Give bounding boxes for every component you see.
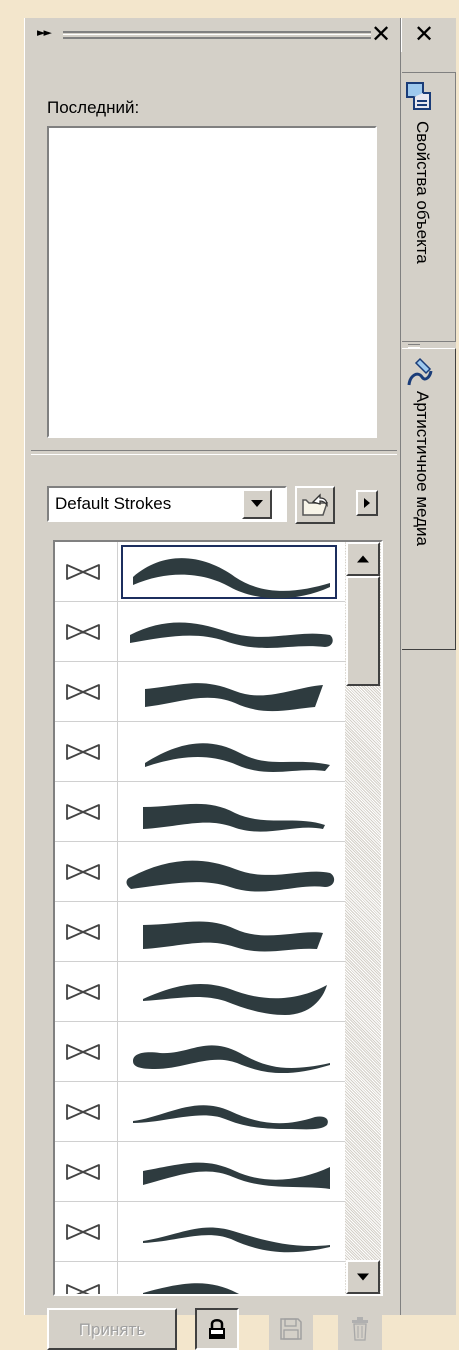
tab-artistic-media-label: Артистичное медиа — [413, 391, 432, 547]
dropdown-arrow-button[interactable] — [242, 489, 272, 519]
tab-object-properties[interactable]: Свойства объекта — [402, 72, 456, 342]
stroke-preview — [130, 622, 333, 649]
bowtie-icon — [66, 924, 100, 940]
bowtie-icon — [66, 624, 100, 640]
close-icon[interactable]: ✕ — [371, 22, 391, 46]
row-divider — [117, 602, 118, 662]
bowtie-icon — [66, 684, 100, 700]
flyout-arrow-icon — [364, 498, 370, 508]
stroke-list[interactable] — [53, 540, 383, 1296]
open-library-button[interactable] — [295, 486, 335, 524]
row-divider — [117, 962, 118, 1022]
bowtie-icon — [66, 744, 100, 760]
row-divider — [117, 902, 118, 962]
titlebar-separator — [400, 18, 402, 52]
scroll-thumb[interactable] — [346, 576, 380, 686]
arrow-up-icon — [357, 555, 369, 563]
stroke-preview — [126, 860, 335, 892]
artistic-media-icon — [404, 355, 436, 394]
stroke-row[interactable] — [55, 782, 345, 842]
object-properties-icon — [404, 79, 436, 120]
row-divider — [117, 1022, 118, 1082]
row-divider — [117, 1142, 118, 1202]
stroke-preview — [145, 683, 323, 712]
open-folder-icon — [302, 493, 329, 516]
stroke-preview — [133, 1105, 328, 1130]
stroke-list-scrollbar[interactable] — [345, 542, 381, 1294]
bowtie-icon — [66, 804, 100, 820]
stroke-row[interactable] — [55, 1022, 345, 1082]
lock-icon — [209, 1319, 225, 1339]
stroke-preview — [133, 1045, 330, 1074]
docker-tabs: Свойства объекта Артистичное медиа — [402, 52, 456, 1315]
docker-panel: Последний: Default Strokes Принять — [25, 52, 401, 1350]
row-divider — [117, 842, 118, 902]
chevron-down-icon — [251, 500, 263, 507]
arrow-down-icon — [357, 1273, 369, 1281]
stroke-preview — [143, 1162, 330, 1189]
trash-icon — [352, 1317, 368, 1341]
stroke-row[interactable] — [55, 1142, 345, 1202]
bowtie-icon — [66, 1044, 100, 1060]
stroke-row[interactable] — [55, 1262, 345, 1294]
stroke-preview — [145, 743, 330, 773]
stroke-preview — [143, 984, 327, 1015]
scroll-down-button[interactable] — [346, 1260, 380, 1294]
row-divider — [117, 722, 118, 782]
save-stroke-button[interactable] — [269, 1308, 313, 1350]
docker-titlebar[interactable]: ►► ✕ ✕ — [25, 18, 456, 52]
drag-grip[interactable] — [63, 31, 371, 39]
stroke-library-value: Default Strokes — [55, 494, 172, 513]
stroke-preview — [143, 803, 325, 832]
section-divider — [31, 450, 397, 455]
row-divider — [117, 542, 118, 602]
stroke-row[interactable] — [55, 1202, 345, 1262]
lock-button[interactable] — [195, 1308, 239, 1350]
stroke-preview — [143, 921, 323, 952]
stroke-row[interactable] — [55, 722, 345, 782]
stroke-row[interactable] — [55, 1082, 345, 1142]
close-docker-icon[interactable]: ✕ — [414, 22, 434, 46]
delete-stroke-button[interactable] — [338, 1308, 382, 1350]
bowtie-icon — [66, 984, 100, 1000]
tab-object-properties-label: Свойства объекта — [413, 121, 432, 264]
row-divider — [117, 1082, 118, 1142]
bowtie-icon — [66, 1164, 100, 1180]
stroke-row[interactable] — [55, 662, 345, 722]
apply-button-label: Принять — [78, 1320, 146, 1339]
apply-button[interactable]: Принять — [47, 1308, 177, 1350]
stroke-row[interactable] — [55, 902, 345, 962]
double-arrow-icon[interactable]: ►► — [37, 26, 52, 39]
flyout-arrow-button[interactable] — [356, 490, 378, 516]
bowtie-icon — [66, 564, 100, 580]
row-divider — [117, 782, 118, 842]
row-divider — [117, 1262, 118, 1294]
stroke-row[interactable] — [55, 842, 345, 902]
bowtie-icon — [66, 1284, 100, 1294]
stroke-row[interactable] — [55, 542, 345, 602]
stroke-row[interactable] — [55, 962, 345, 1022]
bowtie-icon — [66, 1224, 100, 1240]
recent-label: Последний: — [47, 98, 140, 117]
scroll-up-button[interactable] — [346, 542, 380, 576]
row-divider — [117, 1202, 118, 1262]
stroke-row[interactable] — [55, 602, 345, 662]
artistic-media-docker: ►► ✕ ✕ Последний: Default Strokes Принят… — [24, 18, 456, 1350]
bowtie-icon — [66, 1104, 100, 1120]
recent-strokes-list[interactable] — [47, 126, 377, 438]
bowtie-icon — [66, 864, 100, 880]
stroke-preview — [133, 558, 330, 599]
tab-artistic-media[interactable]: Артистичное медиа — [402, 348, 456, 650]
stroke-preview — [143, 1283, 240, 1294]
row-divider — [117, 662, 118, 722]
stroke-preview — [143, 1227, 330, 1253]
save-icon — [280, 1318, 302, 1340]
